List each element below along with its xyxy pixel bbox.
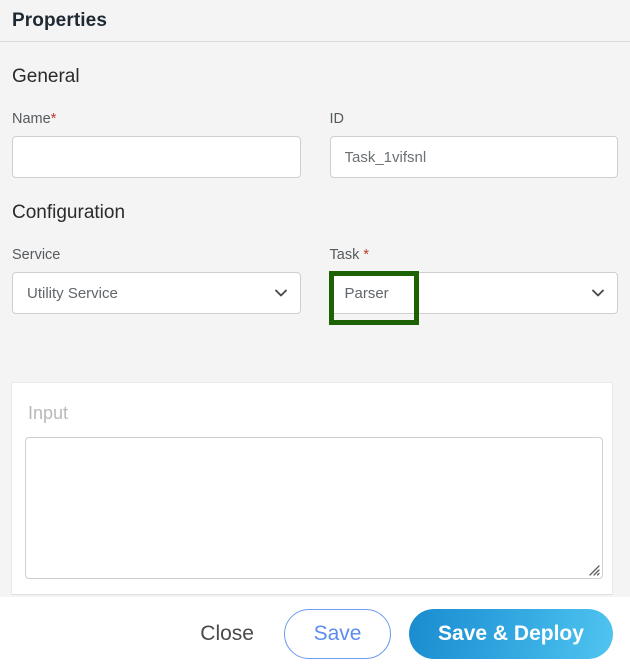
section-title-configuration: Configuration: [12, 202, 126, 223]
configuration-field-row: Service Utility Service Task * Parser: [12, 246, 619, 325]
properties-header: Properties: [0, 0, 630, 42]
service-label: Service: [12, 247, 61, 263]
service-select-value: Utility Service: [27, 284, 118, 302]
task-select-wrap: Parser: [328, 271, 618, 325]
input-panel: Input: [11, 382, 613, 595]
input-textarea-wrap[interactable]: [25, 437, 603, 579]
input-panel-label: Input: [28, 403, 69, 423]
section-title-general: General: [12, 66, 80, 87]
page-title: Properties: [12, 9, 107, 31]
id-input[interactable]: [329, 136, 618, 178]
id-field-group: ID: [329, 110, 618, 178]
task-field-group: Task * Parser: [328, 246, 619, 325]
service-select-wrap: Utility Service: [12, 272, 301, 314]
close-button[interactable]: Close: [188, 614, 266, 654]
general-field-row: Name* ID: [12, 110, 618, 178]
save-button[interactable]: Save: [284, 609, 391, 659]
name-label-text: Name: [12, 111, 51, 127]
task-required-asterisk: *: [363, 247, 369, 263]
name-required-asterisk: *: [50, 111, 57, 127]
name-field-group: Name*: [12, 110, 301, 178]
task-label-text: Task: [329, 247, 360, 263]
task-select[interactable]: Parser: [329, 272, 618, 314]
task-select-value: Parser: [344, 284, 389, 302]
properties-form: General Name* ID Configuration Service U…: [0, 66, 630, 325]
task-label: Task *: [330, 246, 619, 264]
service-field-group: Service Utility Service: [12, 246, 301, 314]
service-select[interactable]: Utility Service: [12, 272, 301, 314]
name-label: Name*: [12, 110, 301, 128]
name-input[interactable]: [12, 136, 301, 178]
resize-grip-icon[interactable]: [586, 562, 600, 576]
dialog-footer: Close Save Save & Deploy: [0, 597, 630, 671]
save-and-deploy-button[interactable]: Save & Deploy: [409, 609, 613, 659]
id-label: ID: [329, 111, 345, 127]
